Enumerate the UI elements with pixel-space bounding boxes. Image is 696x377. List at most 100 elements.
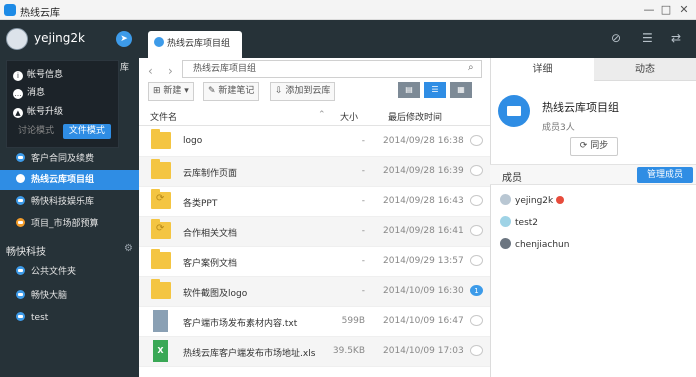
sidebar-item-budget[interactable]: 项目_市场部预算 (0, 214, 139, 234)
tab-project-group[interactable]: 热线云库项目组 (148, 31, 242, 58)
comment-icon[interactable] (470, 315, 483, 326)
member-item[interactable]: yejing2k (500, 194, 565, 206)
comment-icon[interactable] (470, 345, 483, 356)
tab-activity[interactable]: 动态 (594, 58, 696, 81)
table-row[interactable]: 软件截图及logo - 2014/10/09 16:30 1 (139, 277, 490, 307)
close-icon[interactable]: ✕ (675, 2, 693, 17)
group-name: 热线云库项目组 (542, 101, 619, 114)
back-icon[interactable]: ‹ (148, 64, 153, 78)
add-to-library-button[interactable]: ⇩ 添加到云库 (270, 82, 336, 101)
user-name[interactable]: yejing2k (34, 31, 85, 45)
sidebar-item-label: 公共文件夹 (31, 267, 77, 277)
file-date: 2014/09/28 16:39 (383, 166, 464, 176)
table-row[interactable]: 客户端市场发布素材内容.txt 599B 2014/10/09 16:47 (139, 307, 490, 337)
library-icon (16, 218, 25, 227)
member-item[interactable]: chenjiachun (500, 238, 569, 250)
folder-icon (151, 249, 171, 269)
grid-view-icon[interactable]: ▦ (450, 82, 472, 98)
table-row[interactable]: 各类PPT - 2014/09/28 16:43 (139, 187, 490, 217)
file-date: 2014/09/28 16:38 (383, 136, 464, 146)
library-icon (16, 266, 25, 275)
sidebar-item-label: 畅快科技娱乐库 (31, 197, 95, 207)
app-logo-icon (4, 4, 16, 16)
new-button[interactable]: ⊞ 新建 ▾ (148, 82, 194, 101)
comment-icon[interactable] (470, 165, 483, 176)
message-icon: … (13, 89, 23, 99)
forward-icon[interactable]: › (168, 64, 173, 78)
sync-button[interactable]: ⟳ 同步 (570, 137, 618, 156)
comment-icon[interactable]: 1 (470, 285, 483, 296)
comment-icon[interactable] (470, 225, 483, 236)
table-row[interactable]: 云库制作页面 - 2014/09/28 16:39 (139, 157, 490, 187)
file-mode-button[interactable]: 文件模式 (62, 124, 111, 139)
column-name[interactable]: 文件名 (150, 110, 177, 123)
transfer-icon[interactable]: ⇄ (671, 31, 681, 45)
menu-item-label: 消息 (27, 88, 46, 98)
link-icon[interactable]: ⊘ (611, 31, 621, 45)
thumbnail-view-icon[interactable]: ▤ (398, 82, 420, 98)
sidebar-item-public[interactable]: 公共文件夹 (0, 262, 139, 282)
avatar[interactable] (6, 28, 28, 50)
comment-icon[interactable] (470, 135, 483, 146)
file-name: 客户案例文档 (183, 259, 238, 269)
list-view-icon[interactable]: ☰ (424, 82, 446, 98)
sort-arrow-icon[interactable]: ⌃ (318, 110, 326, 120)
folder-icon (151, 159, 171, 179)
discuss-mode-button[interactable]: 讨论模式 (12, 124, 60, 139)
folder-icon (151, 279, 171, 299)
maximize-icon[interactable]: □ (657, 2, 675, 17)
new-note-button[interactable]: ✎ 新建笔记 (203, 82, 260, 101)
rocket-icon[interactable]: ➤ (116, 31, 132, 47)
sync-folder-icon (151, 219, 171, 239)
member-name: test2 (515, 218, 539, 228)
file-name: 客户端市场发布素材内容.txt (183, 319, 298, 329)
sidebar-item-contracts[interactable]: 客户合同及续费 (0, 149, 139, 169)
column-date[interactable]: 最后修改时间 (388, 110, 442, 123)
gear-icon[interactable]: ⚙ (124, 243, 133, 254)
member-item[interactable]: test2 (500, 216, 538, 228)
library-icon (16, 153, 25, 162)
file-date: 2014/10/09 17:03 (383, 346, 464, 356)
table-row[interactable]: 合作相关文档 - 2014/09/28 16:41 (139, 217, 490, 247)
menu-item-messages[interactable]: … 消息 (13, 85, 45, 99)
table-row[interactable]: logo - 2014/09/28 16:38 (139, 127, 490, 157)
library-icon (16, 312, 25, 321)
tab-detail[interactable]: 详细 (491, 58, 594, 81)
minimize-icon[interactable]: — (640, 2, 658, 17)
file-name: logo (183, 136, 203, 146)
avatar (500, 194, 511, 205)
manage-members-button[interactable]: 管理成员 (637, 167, 693, 183)
sync-label: 同步 (590, 141, 609, 151)
avatar (500, 238, 511, 249)
menu-item-upgrade[interactable]: ▲ 帐号升级 (13, 104, 63, 118)
sidebar-item-project-group[interactable]: 热线云库项目组 (0, 170, 139, 190)
folder-icon (151, 129, 171, 149)
sidebar-item-label: 畅快大脑 (31, 291, 68, 301)
sync-folder-icon (151, 189, 171, 209)
file-size: 599B (341, 316, 365, 326)
sidebar-item-test[interactable]: test (0, 308, 139, 328)
menu-item-label: 帐号升级 (27, 107, 64, 117)
file-name: 软件截图及logo (183, 289, 248, 299)
briefcase-icon (498, 95, 530, 127)
address-bar[interactable]: 热线云库项目组 (182, 60, 482, 78)
file-date: 2014/09/28 16:43 (383, 196, 464, 206)
search-icon[interactable]: ⌕ (468, 62, 474, 73)
comment-icon[interactable] (470, 195, 483, 206)
text-file-icon (153, 310, 168, 332)
table-row[interactable]: X 热线云库客户端发布市场地址.xls 39.5KB 2014/10/09 17:03 (139, 337, 490, 367)
group-title[interactable]: 畅快科技 (6, 243, 46, 258)
file-size: - (361, 256, 365, 266)
window-title: 热线云库 (20, 8, 60, 19)
sidebar-item-brain[interactable]: 畅快大脑 (0, 286, 139, 306)
file-date: 2014/10/09 16:47 (383, 316, 464, 326)
sidebar-item-entertainment[interactable]: 畅快科技娱乐库 (0, 192, 139, 212)
column-size[interactable]: 大小 (340, 110, 358, 123)
menu-item-account-info[interactable]: i 帐号信息 (13, 67, 63, 81)
table-row[interactable]: 客户案例文档 - 2014/09/29 13:57 (139, 247, 490, 277)
file-name: 热线云库客户端发布市场地址.xls (183, 349, 316, 359)
list-icon[interactable]: ☰ (642, 31, 653, 45)
comment-icon[interactable] (470, 255, 483, 266)
member-name: chenjiachun (515, 240, 570, 250)
avatar (500, 216, 511, 227)
